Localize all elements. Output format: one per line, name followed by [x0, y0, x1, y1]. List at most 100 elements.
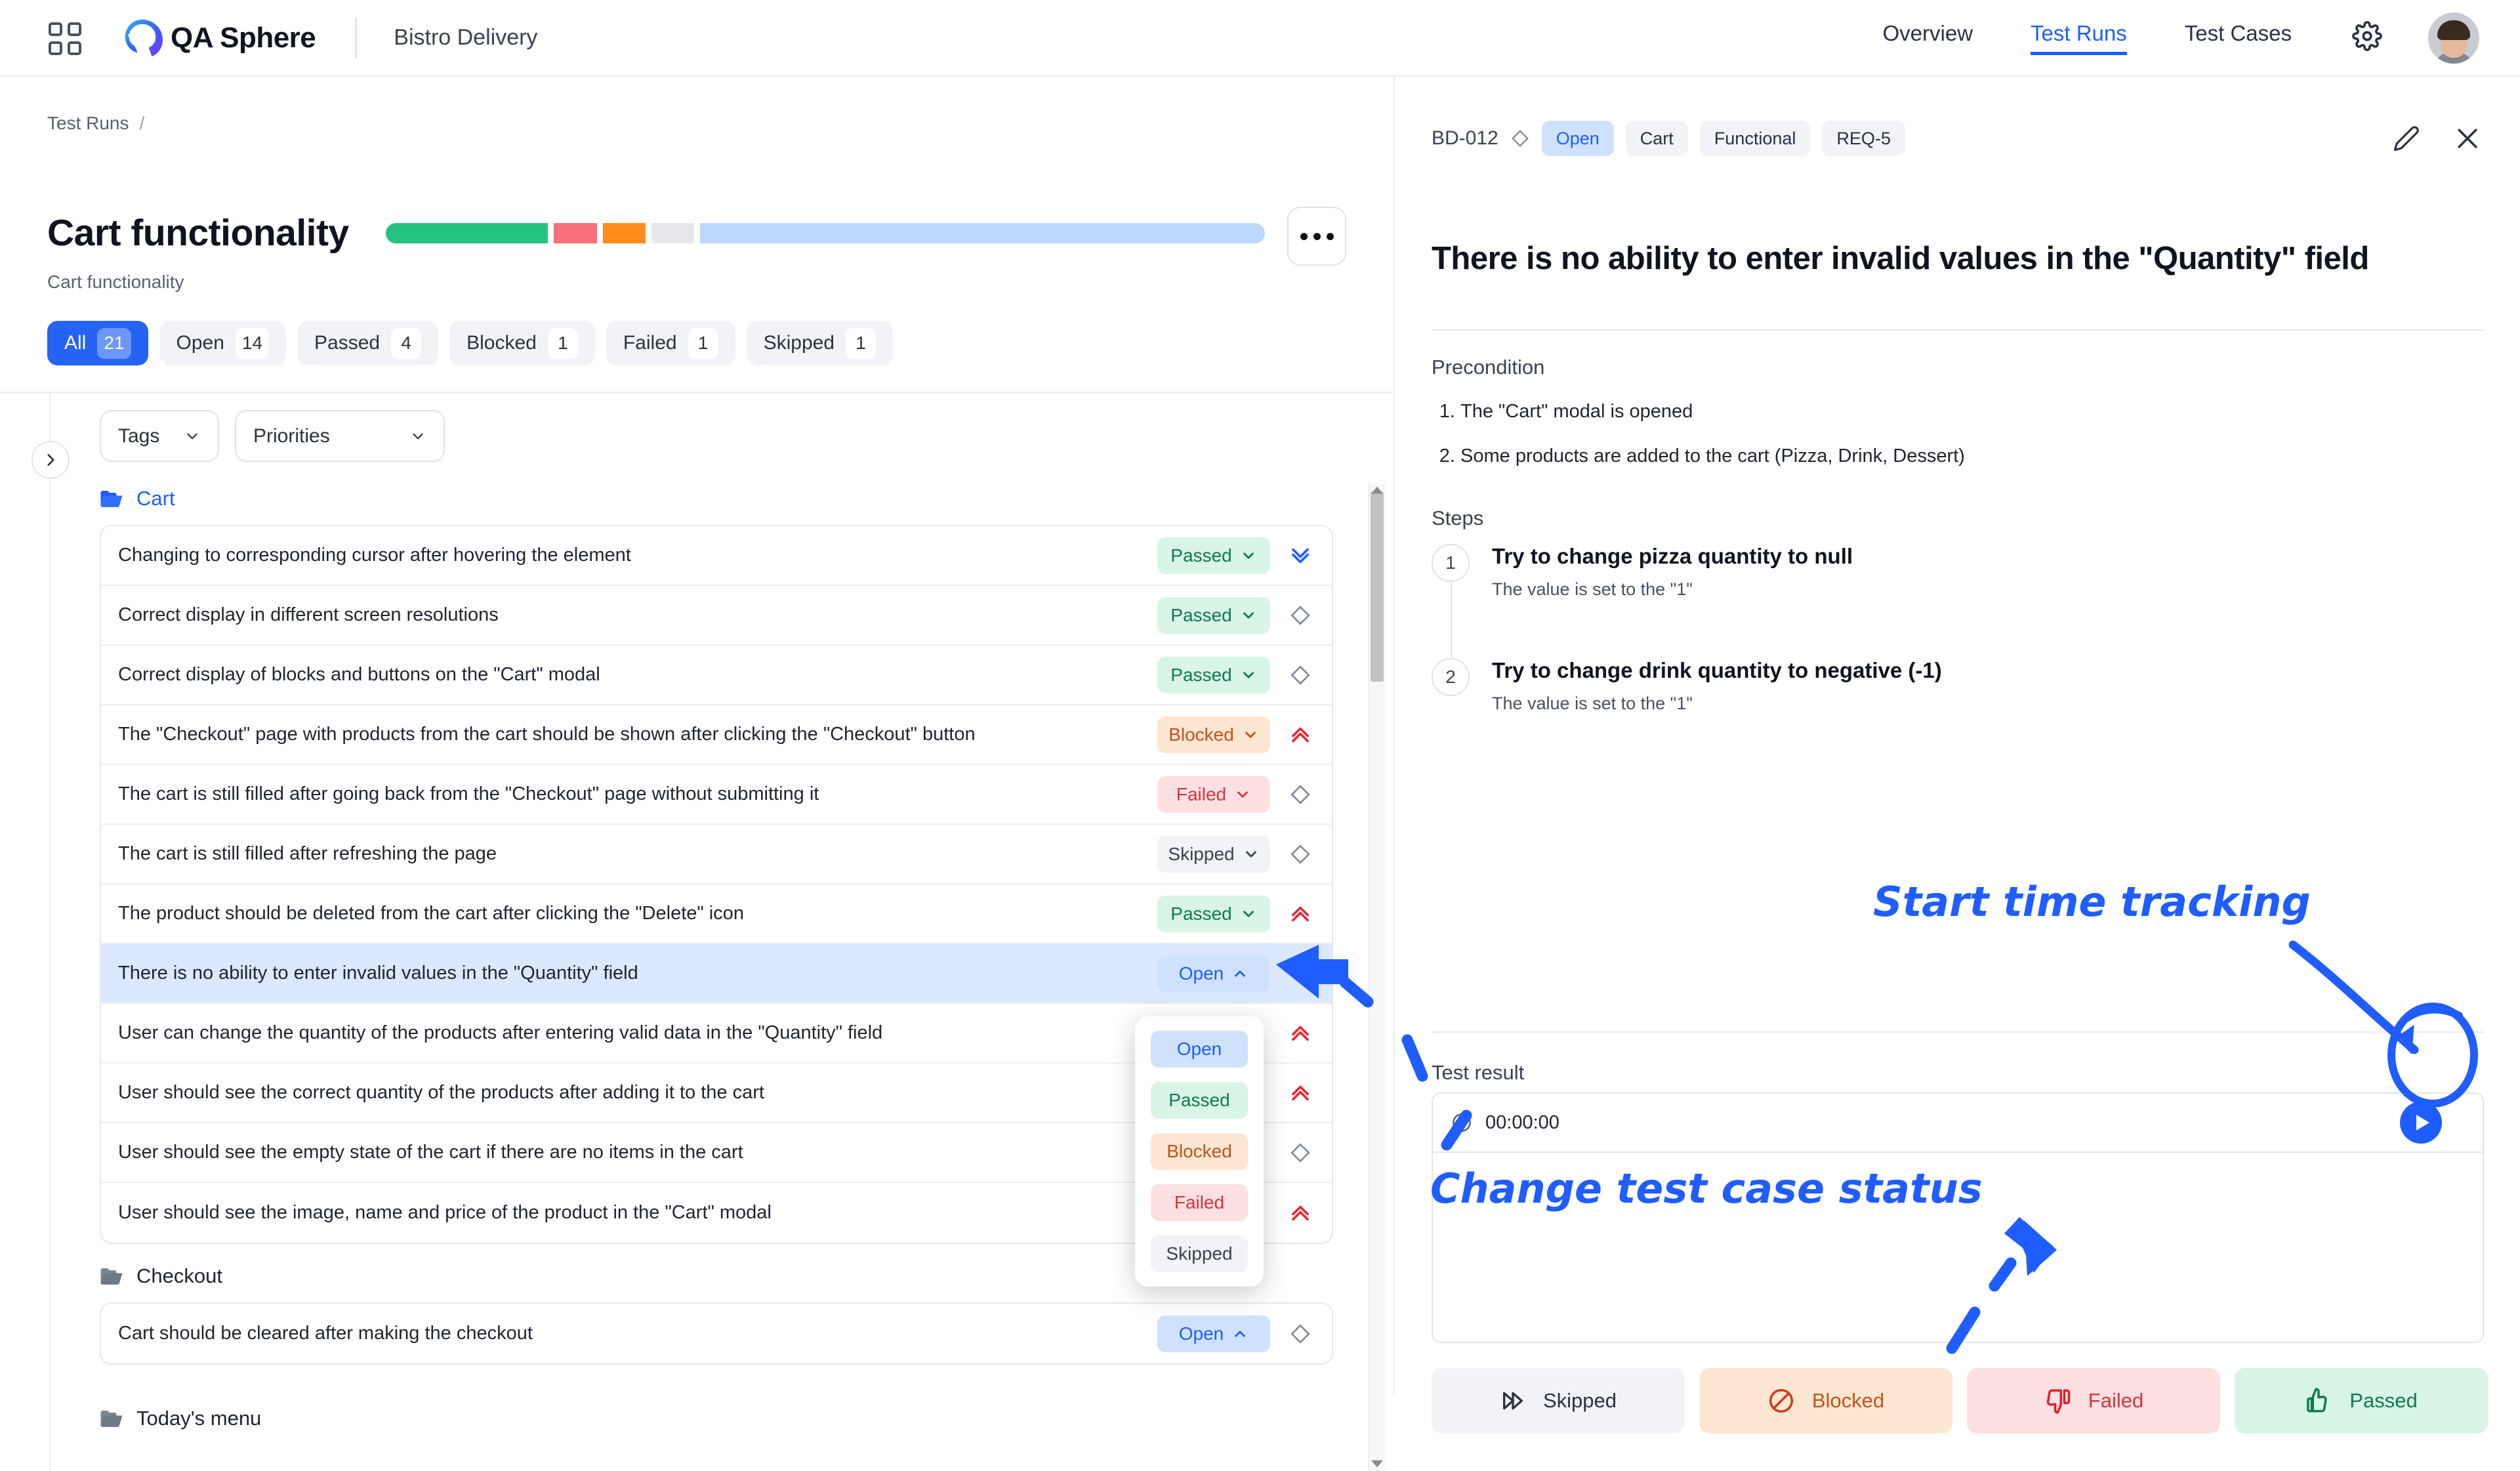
status-badge[interactable]: Open	[1157, 955, 1270, 992]
test-case-title: The product should be deleted from the c…	[118, 903, 1157, 924]
filter-tab-skipped[interactable]: Skipped1	[747, 321, 893, 365]
set-status-failed-button[interactable]: Failed	[1967, 1368, 2220, 1434]
step-title: Try to change pizza quantity to null	[1492, 544, 1853, 569]
settings-gear-icon[interactable]	[2352, 21, 2382, 54]
edit-pencil-icon[interactable]	[2393, 125, 2420, 152]
collapse-sidebar-button[interactable]	[31, 441, 70, 479]
priority-medium-icon	[1289, 783, 1312, 806]
close-icon[interactable]	[2453, 124, 2482, 153]
test-result-label: Test result	[1432, 1061, 1524, 1085]
scroll-up-arrow-icon[interactable]	[1371, 486, 1383, 494]
filter-tab-blocked[interactable]: Blocked1	[449, 321, 595, 365]
start-timer-button[interactable]	[2400, 1102, 2442, 1144]
table-row[interactable]: Cart should be cleared after making the …	[101, 1304, 1332, 1363]
filter-tab-passed[interactable]: Passed4	[297, 321, 438, 365]
priority-high-icon	[1288, 901, 1313, 926]
run-subtitle: Cart functionality	[47, 272, 184, 293]
priority-medium-icon	[1289, 843, 1312, 865]
group-header-checkout[interactable]: Checkout	[100, 1264, 222, 1288]
status-option-blocked[interactable]: Blocked	[1151, 1133, 1248, 1170]
table-row[interactable]: Correct display in different screen reso…	[101, 586, 1332, 646]
list-scrollbar-thumb[interactable]	[1371, 491, 1384, 682]
step-expected-result: The value is set to the "1"	[1492, 579, 1853, 600]
user-avatar[interactable]	[2428, 12, 2479, 64]
status-badge-label: Failed	[1176, 784, 1226, 805]
table-row[interactable]: Correct display of blocks and buttons on…	[101, 646, 1332, 705]
status-badge[interactable]: Passed	[1157, 657, 1270, 694]
breadcrumb-test-runs[interactable]: Test Runs	[47, 113, 129, 133]
test-case-title: User should see the correct quantity of …	[118, 1082, 1157, 1104]
test-result-comment-box[interactable]	[1432, 1153, 2484, 1343]
table-row[interactable]: The "Checkout" page with products from t…	[101, 705, 1332, 765]
set-status-skipped-button[interactable]: Skipped	[1432, 1368, 1685, 1434]
set-status-passed-button[interactable]: Passed	[2235, 1368, 2488, 1434]
progress-segment-blocked	[603, 223, 646, 243]
thumbs-up-icon	[2305, 1387, 2332, 1415]
nav-item-test-cases[interactable]: Test Cases	[2185, 21, 2292, 55]
status-badge[interactable]: Open	[1157, 1316, 1270, 1352]
chevron-down-icon	[1240, 667, 1257, 684]
nav-item-overview[interactable]: Overview	[1883, 21, 1973, 55]
group-header-todays-menu[interactable]: Today's menu	[100, 1407, 261, 1430]
priority-low-icon	[1288, 543, 1313, 568]
status-option-skipped[interactable]: Skipped	[1151, 1235, 1248, 1272]
priority-indicator	[1286, 1142, 1315, 1164]
status-badge[interactable]: Passed	[1157, 896, 1270, 932]
test-case-title: The cart is still filled after going bac…	[118, 783, 1157, 805]
chevron-down-icon	[1243, 846, 1260, 863]
precondition-label: Precondition	[1432, 356, 1544, 379]
chevron-down-icon	[1234, 786, 1251, 803]
priorities-filter-select[interactable]: Priorities	[235, 410, 445, 462]
status-badge-label: Passed	[1170, 665, 1231, 686]
filter-tab-count: 4	[391, 328, 421, 359]
table-row[interactable]: There is no ability to enter invalid val…	[101, 944, 1332, 1004]
chevron-down-icon	[184, 428, 201, 445]
priority-indicator	[1286, 1323, 1315, 1345]
detail-tag-functional[interactable]: Functional	[1700, 121, 1811, 156]
status-badge[interactable]: Passed	[1157, 597, 1270, 634]
set-status-blocked-button[interactable]: Blocked	[1699, 1368, 1952, 1434]
test-case-title: The "Checkout" page with products from t…	[118, 724, 1157, 745]
table-row[interactable]: The product should be deleted from the c…	[101, 884, 1332, 944]
test-case-title: Changing to corresponding cursor after h…	[118, 545, 1157, 566]
run-title-row: Cart functionality	[47, 211, 1265, 255]
status-badge[interactable]: Failed	[1157, 776, 1270, 813]
filter-tab-open[interactable]: Open14	[159, 321, 287, 365]
group-name-checkout: Checkout	[136, 1264, 222, 1288]
detail-title-divider	[1432, 329, 2484, 331]
status-option-passed[interactable]: Passed	[1151, 1082, 1248, 1119]
table-row[interactable]: Changing to corresponding cursor after h…	[101, 526, 1332, 586]
filter-tab-failed[interactable]: Failed1	[606, 321, 735, 365]
status-badge[interactable]: Blocked	[1157, 716, 1270, 753]
apps-grid-icon[interactable]	[47, 20, 83, 56]
status-badge[interactable]: Passed	[1157, 537, 1270, 574]
filter-tab-label: Blocked	[466, 332, 537, 354]
status-option-failed[interactable]: Failed	[1151, 1184, 1248, 1221]
status-option-open[interactable]: Open	[1151, 1031, 1248, 1067]
table-row[interactable]: The cart is still filled after refreshin…	[101, 825, 1332, 884]
scroll-down-arrow-icon[interactable]	[1371, 1460, 1383, 1468]
test-case-title: User can change the quantity of the prod…	[118, 1022, 1157, 1044]
filter-tab-count: 1	[688, 328, 718, 359]
set-status-label: Failed	[2088, 1389, 2143, 1413]
tags-filter-select[interactable]: Tags	[100, 410, 219, 462]
status-dropdown-menu[interactable]: Open Passed Blocked Failed Skipped	[1135, 1016, 1264, 1287]
pane-vertical-divider	[49, 392, 51, 1471]
breadcrumb: Test Runs/	[47, 113, 144, 134]
table-row[interactable]: The cart is still filled after going bac…	[101, 765, 1332, 825]
nav-item-test-runs[interactable]: Test Runs	[2031, 21, 2127, 55]
top-navigation: Overview Test Runs Test Cases	[1825, 12, 2520, 64]
group-header-cart[interactable]: Cart	[100, 487, 175, 510]
set-status-label: Passed	[2349, 1389, 2417, 1413]
detail-tag-req[interactable]: REQ-5	[1822, 121, 1905, 156]
filter-tab-all[interactable]: All21	[47, 321, 148, 365]
detail-status-tag[interactable]: Open	[1542, 121, 1614, 156]
test-case-title: User should see the empty state of the c…	[118, 1142, 1157, 1163]
timer-field[interactable]: 00:00:00	[1432, 1092, 2484, 1153]
top-bar: QA Sphere Bistro Delivery Overview Test …	[0, 0, 2520, 77]
status-badge[interactable]: Skipped	[1157, 836, 1270, 873]
detail-tag-cart[interactable]: Cart	[1626, 121, 1688, 156]
priority-medium-icon	[1289, 604, 1312, 627]
run-more-options-button[interactable]	[1287, 207, 1346, 266]
status-badge-label: Open	[1179, 963, 1224, 984]
